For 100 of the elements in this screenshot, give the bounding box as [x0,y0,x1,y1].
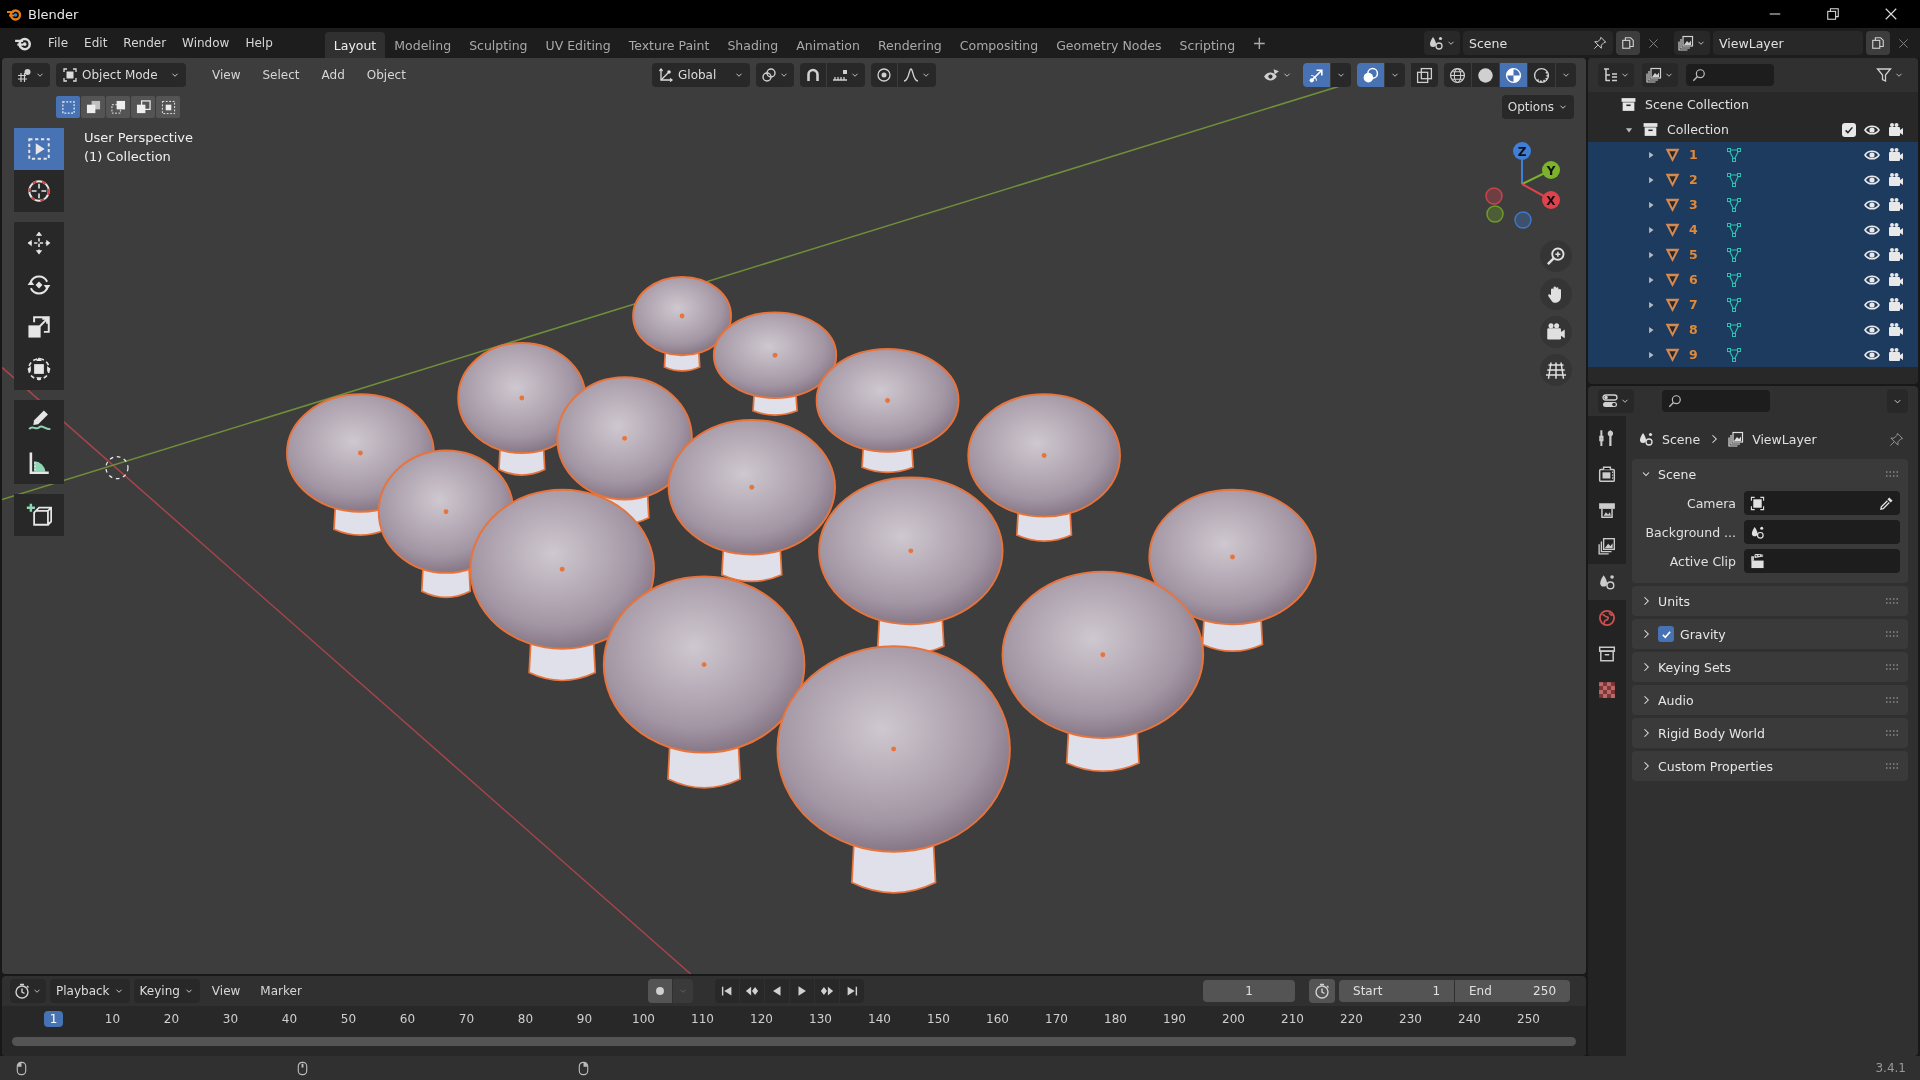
3d-cursor-icon[interactable] [105,456,129,480]
disclosure-triangle-icon[interactable] [1646,349,1656,360]
workspace-tab[interactable]: Texture Paint [619,32,719,58]
outliner-row[interactable]: 1 [1588,142,1918,167]
orientation-dropdown[interactable]: Global [652,63,750,87]
disclosure-triangle-icon[interactable] [1646,224,1656,235]
panel-title[interactable]: Scene [1658,466,1697,482]
stopwatch-icon[interactable] [1314,983,1330,999]
scene-name-field[interactable]: Scene [1463,31,1613,55]
panel-title[interactable]: Rigid Body World [1658,725,1765,741]
outliner-row[interactable]: Scene Collection [1588,92,1918,117]
camera-icon[interactable] [1888,296,1904,313]
disclosure-triangle-icon[interactable] [1646,149,1656,160]
axis-handle[interactable]: X [1521,183,1560,209]
mesh-data-icon[interactable] [1725,296,1742,313]
mesh-data-icon[interactable] [1725,246,1742,263]
breadcrumb-item[interactable]: ViewLayer [1752,431,1817,447]
options-dropdown[interactable]: Options [1501,95,1574,119]
workspace-tab[interactable]: Layout [324,32,386,58]
disclosure-triangle-icon[interactable] [1646,199,1656,210]
tool-button[interactable] [14,442,64,484]
add-workspace-button[interactable]: + [1252,33,1267,53]
mode-dropdown[interactable]: Object Mode [56,63,186,87]
outliner-row[interactable]: 3 [1588,192,1918,217]
axis-handle[interactable]: Z [1513,142,1531,185]
checkbox[interactable] [1842,122,1856,137]
outliner-row[interactable]: 2 [1588,167,1918,192]
start-frame-field[interactable]: Start 1 [1339,980,1454,1002]
search-field[interactable] [1662,390,1770,412]
zoom-button[interactable] [1540,240,1572,272]
snap-magnet-icon[interactable] [805,67,821,83]
falloff-curve-icon[interactable] [903,67,919,83]
tool-button[interactable] [14,400,64,442]
workspace-tab[interactable]: Rendering [868,32,951,58]
select-mode-button[interactable] [156,96,180,118]
axis-handle[interactable] [1486,205,1504,223]
tool-button[interactable] [14,170,64,212]
pivot-icon[interactable] [761,67,777,83]
menu-item[interactable]: Render [115,33,175,53]
workspace-tab[interactable]: Modeling [385,32,461,58]
menu-dropdown[interactable]: Keying [133,979,200,1003]
properties-tab[interactable] [1588,564,1626,600]
mesh-data-icon[interactable] [1725,196,1742,213]
select-mode-button[interactable] [56,96,80,118]
next-keyframe-icon[interactable] [820,984,835,998]
mesh-data-icon[interactable] [1725,271,1742,288]
axis-handle[interactable] [1485,187,1503,205]
current-frame-field[interactable]: 1 [1203,980,1295,1002]
camera-icon[interactable] [1888,171,1904,188]
maximize-icon[interactable] [1826,7,1840,21]
duplicate-icon[interactable] [1621,36,1635,50]
camera-icon[interactable] [1888,196,1904,213]
mesh-data-icon[interactable] [1725,221,1742,238]
disclosure-triangle-icon[interactable] [1646,299,1656,310]
shading-button[interactable] [1444,63,1471,87]
toggle-button[interactable] [1411,63,1438,87]
menu-item[interactable]: View [204,65,249,85]
outliner-row[interactable]: 6 [1588,267,1918,292]
proportional-editing-icon[interactable] [876,67,892,83]
shading-button[interactable] [1472,63,1499,87]
outliner-row[interactable]: Collection [1588,117,1918,142]
camera-icon[interactable] [1888,121,1904,138]
panel-title[interactable]: Keying Sets [1658,659,1731,675]
camera-icon[interactable] [1888,321,1904,338]
previous-keyframe-icon[interactable] [745,984,760,998]
mushroom-drawing[interactable] [1001,570,1205,773]
current-frame-marker[interactable]: 1 [43,1011,64,1027]
outliner-row[interactable]: 5 [1588,242,1918,267]
menu-dropdown[interactable]: Playback [50,979,130,1003]
mesh-data-icon[interactable] [1725,321,1742,338]
mushroom-drawing[interactable] [967,393,1121,542]
menu-item[interactable]: View [203,981,249,1001]
disclosure-triangle-icon[interactable] [1646,249,1656,260]
workspace-tab[interactable]: Animation [787,32,869,58]
select-mode-button[interactable] [106,96,130,118]
menu-item[interactable]: File [40,33,77,53]
panel-title[interactable]: Custom Properties [1658,758,1774,774]
panel-title[interactable]: Units [1658,593,1690,609]
mesh-data-icon[interactable] [1725,171,1742,188]
toggle-button[interactable] [1357,63,1384,87]
breadcrumb-item[interactable]: Scene [1662,431,1701,447]
camera-icon[interactable] [1888,146,1904,163]
camera-icon[interactable] [1888,271,1904,288]
panel-title[interactable]: Audio [1658,692,1694,708]
snap-increment-icon[interactable] [832,67,848,83]
toggle-button[interactable] [1303,63,1330,87]
mesh-data-icon[interactable] [1725,346,1742,363]
mushroom-drawing[interactable] [776,645,1011,894]
duplicate-icon[interactable] [1871,36,1885,50]
search-field[interactable] [1686,64,1774,86]
mushroom-drawing[interactable] [667,419,836,583]
scrollbar[interactable] [12,1037,1576,1046]
mushroom-drawing[interactable] [602,575,806,789]
axis-handle[interactable] [1514,211,1532,229]
eyedropper-icon[interactable] [1879,495,1894,511]
workspace-tab[interactable]: Sculpting [460,32,537,58]
outliner-row[interactable]: 8 [1588,317,1918,342]
workspace-tab[interactable]: Geometry Nodes [1047,32,1171,58]
camera-icon[interactable] [1888,246,1904,263]
menu-item[interactable]: Help [237,33,281,53]
